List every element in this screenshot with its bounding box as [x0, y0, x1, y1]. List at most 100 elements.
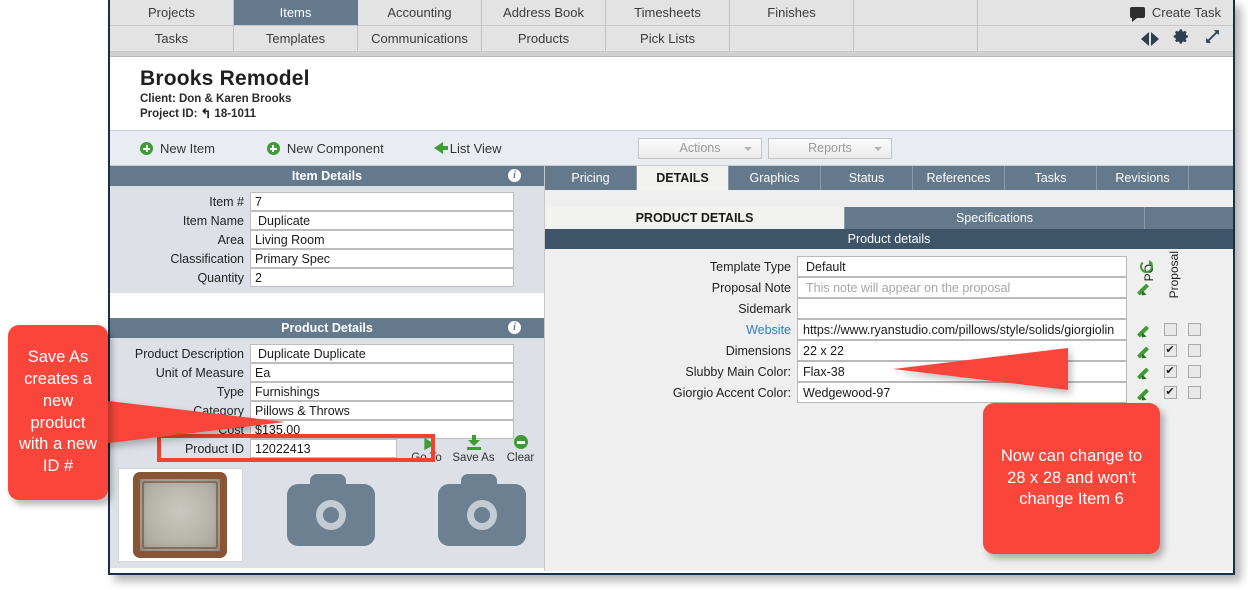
- nav-tab-tasks[interactable]: Tasks: [110, 26, 234, 52]
- label-area: Area: [217, 232, 244, 247]
- checkbox-checked: ✔: [1163, 365, 1177, 378]
- checkbox-checked: ✔: [1163, 386, 1177, 399]
- item-details-body: Item # 7 Item Name Duplicate Area Living…: [110, 186, 544, 293]
- item-details-title: Item Details: [291, 169, 363, 183]
- new-item-button[interactable]: New Item: [140, 141, 215, 156]
- nav-tab-templates[interactable]: Templates: [234, 26, 358, 52]
- tab-tasks[interactable]: Tasks: [1005, 166, 1097, 190]
- label-dimensions: Dimensions: [725, 343, 791, 358]
- input-quantity[interactable]: 2: [250, 268, 514, 287]
- go-to-arrow-icon: [403, 434, 450, 451]
- go-to-button[interactable]: Go To: [403, 434, 450, 464]
- label-website-link[interactable]: Website: [545, 323, 797, 337]
- pencil-icon: [1139, 386, 1153, 400]
- gear-icon[interactable]: [1173, 28, 1190, 50]
- input-item-name[interactable]: Duplicate: [250, 211, 514, 230]
- dropdown-group: Actions Reports: [638, 137, 892, 159]
- input-area[interactable]: Living Room: [250, 230, 514, 249]
- proposal-checkbox-dimensions[interactable]: [1182, 344, 1206, 357]
- input-website[interactable]: https://www.ryanstudio.com/pillows/style…: [797, 319, 1127, 340]
- tab-references[interactable]: References: [913, 166, 1005, 190]
- proposal-checkbox-website[interactable]: [1182, 323, 1206, 336]
- callout-save-as: Save As creates a new product with a new…: [8, 325, 108, 500]
- label-product-description: Product Description: [134, 346, 244, 361]
- input-classification[interactable]: Primary Spec: [250, 249, 514, 268]
- nav-tab-finishes[interactable]: Finishes: [730, 0, 854, 26]
- nav-utility-icons: [978, 26, 1233, 52]
- nav-row-primary: Projects Items Accounting Address Book T…: [110, 0, 1233, 26]
- project-header: Brooks Remodel Client: Don & Karen Brook…: [110, 57, 1233, 130]
- edit-button[interactable]: [1134, 386, 1158, 400]
- input-sidemark[interactable]: [797, 298, 1127, 319]
- field-row-item-name: Item Name Duplicate: [110, 211, 544, 230]
- input-unit-of-measure[interactable]: Ea: [250, 363, 514, 382]
- nav-tab-items[interactable]: Items: [234, 0, 358, 26]
- project-id-row: Project ID: ↰ 18-1011: [140, 106, 1233, 122]
- nav-tab-empty-1: [854, 0, 978, 26]
- label-type: Type: [216, 384, 244, 399]
- tab-graphics[interactable]: Graphics: [729, 166, 821, 190]
- info-icon[interactable]: i: [508, 321, 521, 334]
- po-checkbox-slubby[interactable]: ✔: [1158, 365, 1182, 378]
- create-task-button[interactable]: Create Task: [1129, 5, 1221, 22]
- subtab-specifications[interactable]: Specifications: [845, 207, 1145, 229]
- input-type[interactable]: Furnishings: [250, 382, 514, 401]
- input-template-type[interactable]: Default: [797, 256, 1127, 277]
- save-as-button[interactable]: Save As: [450, 434, 497, 464]
- nav-tab-communications[interactable]: Communications: [358, 26, 482, 52]
- tab-status[interactable]: Status: [821, 166, 913, 190]
- nav-tab-address-book[interactable]: Address Book: [482, 0, 606, 26]
- nav-tab-timesheets[interactable]: Timesheets: [606, 0, 730, 26]
- field-row-quantity: Quantity 2: [110, 268, 544, 287]
- row-tools-giorgio: ✔: [1134, 386, 1206, 400]
- proposal-checkbox-giorgio[interactable]: [1182, 386, 1206, 399]
- row-tools-website: [1134, 323, 1206, 337]
- tab-revisions[interactable]: Revisions: [1097, 166, 1189, 190]
- input-item-number[interactable]: 7: [250, 192, 514, 211]
- nav-tab-pick-lists[interactable]: Pick Lists: [606, 26, 730, 52]
- edit-button[interactable]: [1134, 344, 1158, 358]
- pencil-icon: [1139, 344, 1153, 358]
- nav-row-secondary: Tasks Templates Communications Products …: [110, 26, 1233, 52]
- row-tools-proposal-note: [1134, 281, 1158, 295]
- product-image-thumbnail[interactable]: [118, 468, 243, 562]
- nav-tab-products[interactable]: Products: [482, 26, 606, 52]
- po-checkbox-dimensions[interactable]: ✔: [1158, 344, 1182, 357]
- product-details-header: Product Details i: [110, 318, 544, 338]
- label-giorgio-accent-color: Giorgio Accent Color:: [672, 385, 791, 400]
- prev-arrow-icon[interactable]: [1141, 31, 1149, 46]
- input-product-description[interactable]: Duplicate Duplicate: [250, 344, 514, 363]
- image-placeholder-1[interactable]: [269, 468, 394, 562]
- nav-tab-projects[interactable]: Projects: [110, 0, 234, 26]
- edit-button[interactable]: [1134, 323, 1158, 337]
- expand-fullscreen-icon[interactable]: [1204, 28, 1221, 50]
- edit-button[interactable]: [1134, 281, 1158, 295]
- subtab-product-details[interactable]: PRODUCT DETAILS: [545, 207, 845, 229]
- callout-pointer-right: [893, 348, 1068, 390]
- image-placeholder-2[interactable]: [419, 468, 544, 562]
- input-proposal-note[interactable]: This note will appear on the proposal: [797, 277, 1127, 298]
- nav-tab-accounting[interactable]: Accounting: [358, 0, 482, 26]
- info-icon[interactable]: i: [508, 169, 521, 182]
- tab-pricing[interactable]: Pricing: [545, 166, 637, 190]
- reports-dropdown[interactable]: Reports: [768, 137, 892, 159]
- po-checkbox-website[interactable]: [1158, 323, 1182, 336]
- next-arrow-icon[interactable]: [1151, 31, 1159, 46]
- po-checkbox-giorgio[interactable]: ✔: [1158, 386, 1182, 399]
- go-to-label: Go To: [411, 451, 442, 464]
- new-component-button[interactable]: New Component: [266, 141, 384, 156]
- prev-next-arrows-icon[interactable]: [1141, 31, 1159, 46]
- pillow-image: [133, 472, 228, 558]
- tab-details[interactable]: DETAILS: [637, 166, 729, 190]
- edit-button[interactable]: [1134, 365, 1158, 379]
- proposal-checkbox-slubby[interactable]: [1182, 365, 1206, 378]
- actions-dropdown[interactable]: Actions: [638, 137, 762, 159]
- checkbox-unchecked: [1187, 344, 1201, 357]
- back-arrow-icon[interactable]: ↰: [201, 106, 212, 122]
- list-view-button[interactable]: List View: [433, 141, 502, 156]
- clear-button[interactable]: Clear: [497, 434, 544, 464]
- input-category[interactable]: Pillows & Throws: [250, 401, 514, 420]
- new-item-label: New Item: [160, 140, 215, 156]
- create-task-label: Create Task: [1151, 5, 1221, 20]
- pd-row-template-type: Template Type Default: [545, 256, 1233, 277]
